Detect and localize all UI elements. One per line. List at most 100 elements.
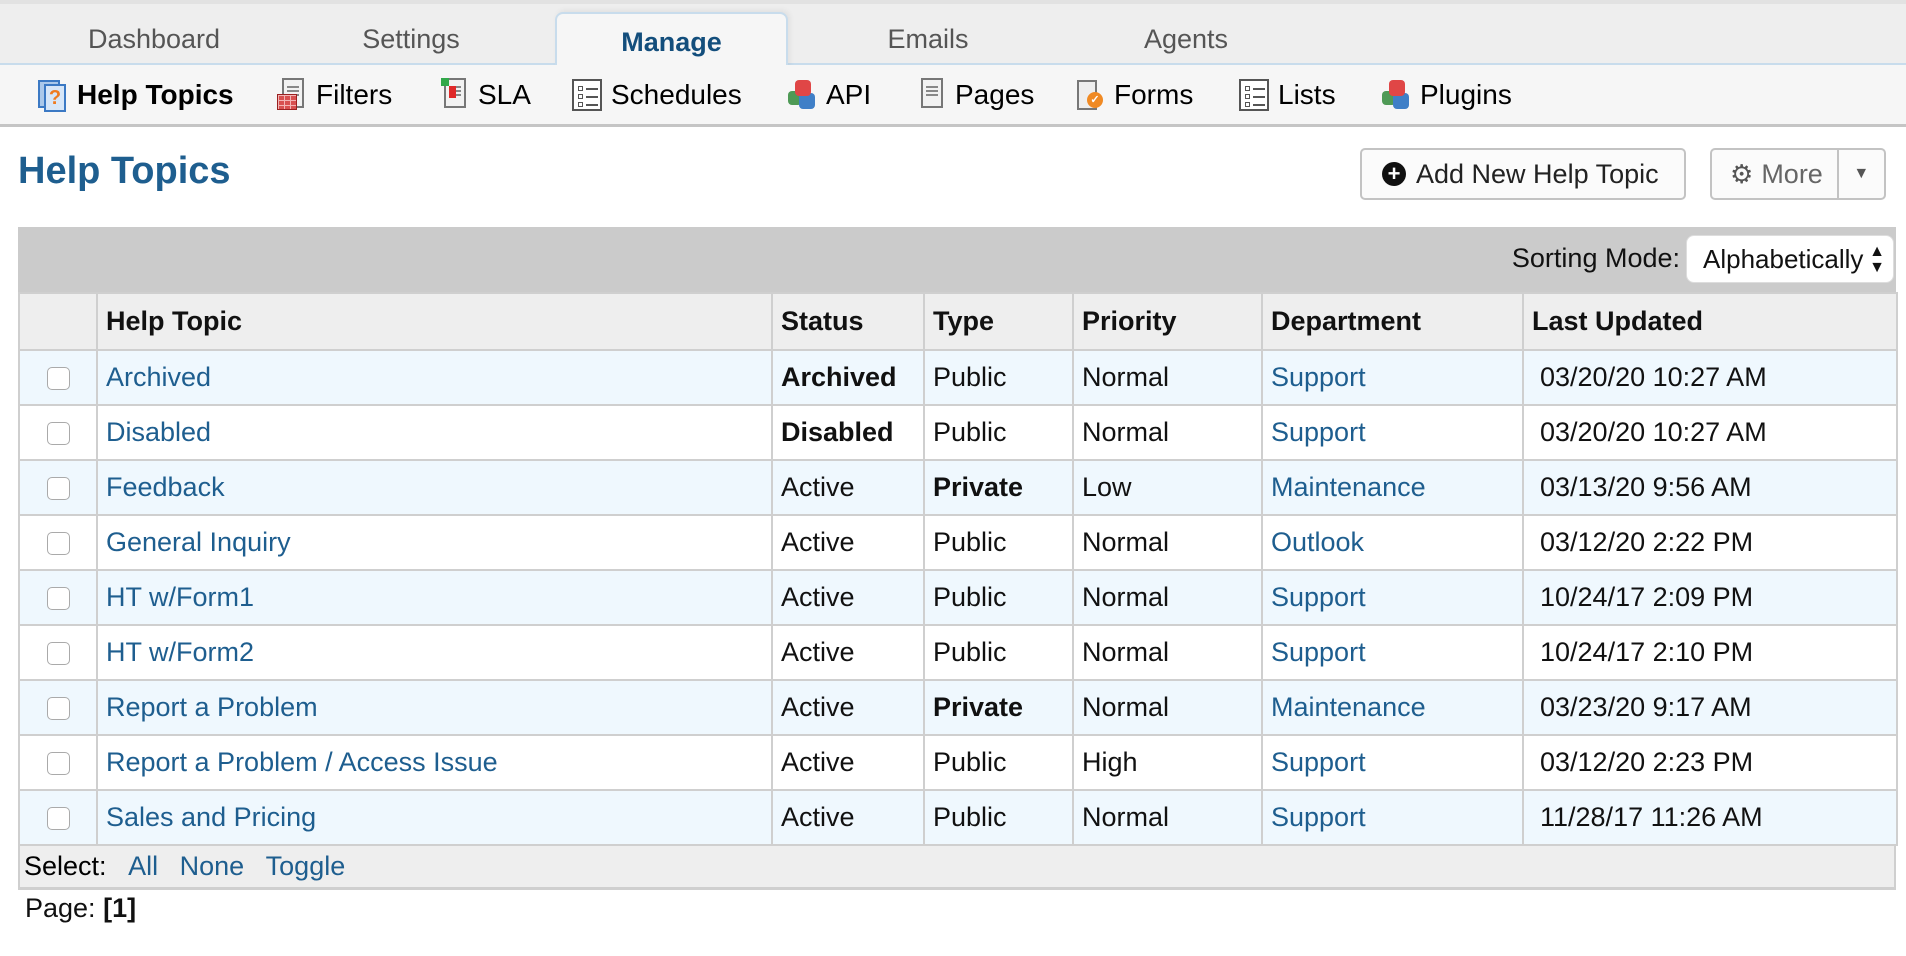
select-toggle-link[interactable]: Toggle [266, 851, 346, 881]
row-checkbox[interactable] [46, 587, 70, 611]
help-topic-link[interactable]: HT w/Form1 [106, 582, 254, 612]
current-page[interactable]: [1] [103, 893, 136, 923]
row-checkbox[interactable] [46, 422, 70, 446]
tab-emails[interactable]: Emails [812, 4, 1044, 65]
header-last-updated[interactable]: Last Updated [1522, 292, 1898, 351]
help-topic-link[interactable]: Disabled [106, 417, 211, 447]
cell-last-updated: 11/28/17 11:26 AM [1522, 789, 1898, 846]
subnav-api[interactable]: API [787, 65, 871, 124]
subnav-schedules[interactable]: Schedules [572, 65, 742, 124]
subnav-pages[interactable]: Pages [916, 65, 1034, 124]
cell-status: Active [771, 459, 925, 516]
page-label: Page: [25, 893, 96, 923]
help-topic-link[interactable]: HT w/Form2 [106, 637, 254, 667]
gear-icon: ⚙ [1730, 158, 1754, 189]
cell-priority: Normal [1072, 569, 1263, 626]
cell-last-updated: 10/24/17 2:10 PM [1522, 624, 1898, 681]
help-topics-icon: ? [38, 78, 68, 112]
cell-department: Support [1261, 624, 1524, 681]
department-link[interactable]: Maintenance [1271, 692, 1426, 722]
tab-dashboard[interactable]: Dashboard [38, 4, 270, 65]
cell-department: Support [1261, 404, 1524, 461]
row-checkbox[interactable] [46, 642, 70, 666]
help-topic-link[interactable]: Report a Problem [106, 692, 318, 722]
schedules-icon [572, 78, 602, 111]
tab-settings[interactable]: Settings [295, 4, 527, 65]
row-checkbox[interactable] [46, 752, 70, 776]
subnav-filters[interactable]: Filters [277, 65, 392, 124]
header-status[interactable]: Status [771, 292, 925, 351]
header-department[interactable]: Department [1261, 292, 1524, 351]
chevron-down-icon[interactable]: ▼ [1839, 165, 1884, 183]
row-checkbox[interactable] [46, 532, 70, 556]
department-link[interactable]: Support [1271, 637, 1366, 667]
cell-department: Support [1261, 569, 1524, 626]
subnav-label: Forms [1114, 78, 1194, 110]
sorting-mode-select[interactable]: Alphabetically ▲ ▼ [1686, 235, 1894, 283]
cell-status: Active [771, 789, 925, 846]
forms-icon: ✓ [1075, 78, 1105, 112]
cell-help-topic: HT w/Form2 [96, 624, 773, 681]
cell-status: Archived [771, 349, 925, 406]
tab-agents[interactable]: Agents [1070, 4, 1302, 65]
department-link[interactable]: Support [1271, 417, 1366, 447]
sla-icon [439, 77, 469, 112]
table-row: Feedback Active Private Low Maintenance 03/13… [18, 459, 1898, 516]
row-checkbox[interactable] [46, 697, 70, 721]
cell-help-topic: General Inquiry [96, 514, 773, 571]
department-link[interactable]: Support [1271, 362, 1366, 392]
tab-manage[interactable]: Manage [555, 12, 788, 69]
sorting-mode-label: Sorting Mode: [1511, 243, 1680, 273]
cell-last-updated: 03/13/20 9:56 AM [1522, 459, 1898, 516]
cell-last-updated: 03/12/20 2:22 PM [1522, 514, 1898, 571]
department-link[interactable]: Maintenance [1271, 472, 1426, 502]
page-title: Help Topics [18, 150, 231, 192]
department-link[interactable]: Support [1271, 582, 1366, 612]
select-none-link[interactable]: None [180, 851, 245, 881]
header-help-topic[interactable]: Help Topic [96, 292, 773, 351]
subnav-forms[interactable]: ✓ Forms [1075, 65, 1193, 124]
cell-help-topic: Report a Problem / Access Issue [96, 734, 773, 791]
select-all-link[interactable]: All [128, 851, 158, 881]
cell-last-updated: 03/12/20 2:23 PM [1522, 734, 1898, 791]
topics-grid: Help Topic Status Type Priority Departme… [18, 292, 1898, 846]
help-topic-link[interactable]: General Inquiry [106, 527, 291, 557]
more-button[interactable]: ⚙ More ▼ [1710, 148, 1886, 200]
cell-type: Public [923, 789, 1074, 846]
select-label: Select: [24, 851, 107, 881]
help-topic-link[interactable]: Report a Problem / Access Issue [106, 747, 498, 777]
pages-icon [916, 77, 946, 112]
help-topic-link[interactable]: Sales and Pricing [106, 802, 316, 832]
subnav-label: Filters [316, 78, 393, 110]
row-checkbox[interactable] [46, 477, 70, 501]
header-type[interactable]: Type [923, 292, 1074, 351]
row-checkbox[interactable] [46, 367, 70, 391]
subnav-sla[interactable]: SLA [439, 65, 531, 124]
more-main[interactable]: ⚙ More [1712, 150, 1839, 198]
cell-help-topic: Report a Problem [96, 679, 773, 736]
add-new-help-topic-button[interactable]: + Add New Help Topic [1360, 148, 1686, 200]
cell-department: Maintenance [1261, 679, 1524, 736]
select-arrows-icon: ▲ ▼ [1869, 243, 1885, 276]
sub-navigation: ? Help Topics Filters SLA Schedules API … [0, 65, 1906, 127]
department-link[interactable]: Support [1271, 802, 1366, 832]
cell-department: Outlook [1261, 514, 1524, 571]
help-topic-link[interactable]: Archived [106, 362, 211, 392]
header-priority[interactable]: Priority [1072, 292, 1263, 351]
select-footer: Select: All None Toggle [18, 846, 1896, 890]
cell-priority: Low [1072, 459, 1263, 516]
subnav-help-topics[interactable]: ? Help Topics [38, 65, 234, 124]
table-row: Report a Problem / Access Issue Active Pub… [18, 734, 1898, 791]
cell-department: Support [1261, 734, 1524, 791]
subnav-lists[interactable]: Lists [1239, 65, 1336, 124]
cell-last-updated: 03/20/20 10:27 AM [1522, 349, 1898, 406]
department-link[interactable]: Support [1271, 747, 1366, 777]
header-select [18, 292, 98, 351]
row-checkbox-cell [18, 349, 98, 406]
help-topic-link[interactable]: Feedback [106, 472, 225, 502]
row-checkbox[interactable] [46, 807, 70, 831]
department-link[interactable]: Outlook [1271, 527, 1364, 557]
subnav-plugins[interactable]: Plugins [1381, 65, 1512, 124]
cell-status: Active [771, 624, 925, 681]
table-row: Archived Archived Public Normal Support 03/20… [18, 349, 1898, 406]
